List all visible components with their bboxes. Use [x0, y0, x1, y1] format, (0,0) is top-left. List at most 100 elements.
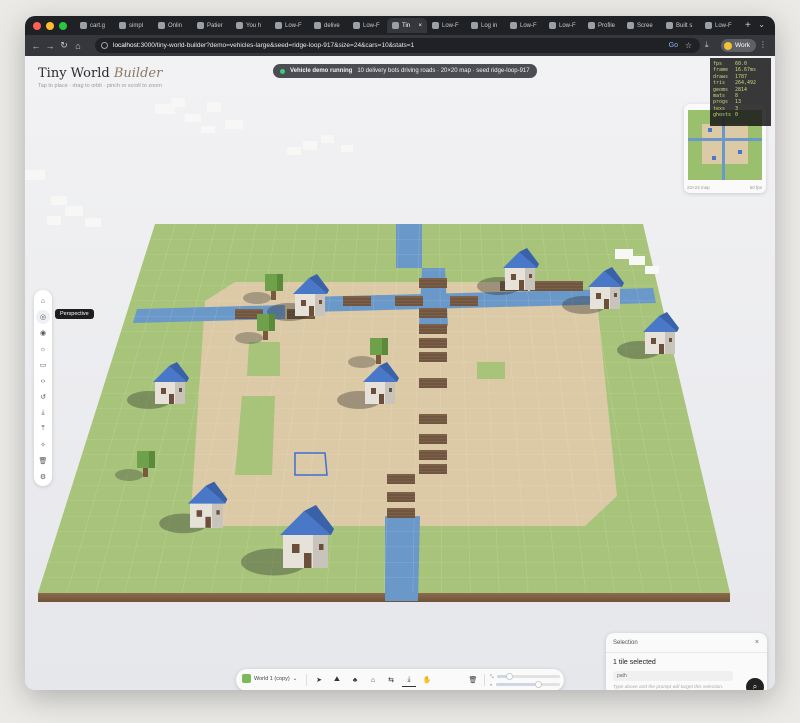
tab-label: Low-F: [559, 22, 576, 29]
slider-knob[interactable]: [506, 672, 514, 680]
status-title: Vehicle demo running: [290, 68, 353, 74]
favicon-icon: [549, 22, 556, 29]
search-icon[interactable]: ⌕: [746, 678, 764, 690]
new-tab-button[interactable]: +: [745, 20, 751, 31]
trash-icon[interactable]: 🗑: [36, 454, 50, 468]
upload-icon[interactable]: ⤒: [36, 422, 50, 436]
browser-tab[interactable]: Onlin: [153, 18, 192, 33]
site-info-icon[interactable]: [101, 42, 108, 49]
minimize-window-button[interactable]: [46, 21, 54, 30]
slider-knob[interactable]: [534, 680, 542, 688]
browser-tab[interactable]: delive: [309, 18, 348, 33]
tab-label: Low-F: [715, 22, 732, 29]
browser-tab[interactable]: Profile: [583, 18, 622, 33]
close-tab-icon[interactable]: ×: [418, 23, 422, 29]
tab-label: Onlin: [168, 22, 183, 29]
favicon-icon: [275, 22, 282, 29]
favicon-icon: [666, 22, 673, 29]
close-window-button[interactable]: [33, 21, 41, 30]
bookmark-star-icon[interactable]: ☆: [685, 41, 692, 50]
browser-tab[interactable]: Scree: [622, 18, 661, 33]
browser-tab[interactable]: Low-F: [427, 18, 466, 33]
app-viewport: Tiny World Builder Tap to place · drag t…: [25, 56, 775, 690]
home-icon[interactable]: ⌂: [71, 41, 85, 51]
tab-label: Profile: [598, 22, 616, 29]
tab-label: Scree: [637, 22, 653, 29]
browser-tab[interactable]: You h: [231, 18, 270, 33]
brush-slider[interactable]: ◐: [490, 680, 560, 688]
forward-icon[interactable]: →: [43, 41, 57, 51]
bottom-toolbar: World 1 (copy) ⌄ ➤ ⛰ ♣ ⌂ ⇆ ⤓ ✋ ⤡ ◐ 🗑: [236, 669, 564, 690]
eye-icon[interactable]: ◉: [36, 326, 50, 340]
url-text: localhost:3000/tiny-world-builder?demo=v…: [113, 42, 415, 49]
back-icon[interactable]: ←: [29, 41, 43, 51]
code-icon[interactable]: ‹›: [36, 374, 50, 388]
sun-icon[interactable]: ☼: [36, 342, 50, 356]
tab-label: Low-F: [442, 22, 459, 29]
house-icon[interactable]: ⌂: [366, 673, 380, 687]
tab-label: cart.g: [90, 22, 106, 29]
browser-tab[interactable]: Tin ×: [387, 18, 427, 33]
favicon-icon: [80, 22, 87, 29]
tab-label: Log in: [481, 22, 498, 29]
tool-buttons: ➤ ⛰ ♣ ⌂ ⇆ ⤓ ✋: [312, 673, 434, 687]
browser-tab[interactable]: Patier: [192, 18, 231, 33]
google-lens-icon[interactable]: Go: [669, 42, 678, 49]
browser-window: cart.g simpl Onlin Patier You h Low-F delive Lo…: [25, 16, 775, 690]
browser-tab[interactable]: Low-F: [348, 18, 387, 33]
browser-tab[interactable]: simpl: [114, 18, 153, 33]
url-field[interactable]: localhost:3000/tiny-world-builder?demo=v…: [95, 38, 700, 53]
river-south: [385, 516, 420, 601]
bridge: [419, 464, 447, 474]
profile-button[interactable]: Work: [721, 39, 757, 52]
more-menu-icon[interactable]: ⋮: [759, 40, 767, 49]
tab-label: You h: [246, 22, 262, 29]
settings-icon[interactable]: ⚙: [36, 470, 50, 484]
download-icon[interactable]: ⤓: [36, 406, 50, 420]
world-selector[interactable]: World 1 (copy) ⌄: [242, 674, 297, 683]
browser-tab[interactable]: Built s: [661, 18, 700, 33]
road-icon[interactable]: ⇆: [384, 673, 398, 687]
address-bar: ← → ↻ ⌂ localhost:3000/tiny-world-builde…: [25, 35, 775, 56]
select-icon[interactable]: ➤: [312, 673, 326, 687]
maximize-window-button[interactable]: [59, 21, 67, 30]
favicon-icon: [432, 22, 439, 29]
browser-tab[interactable]: Low-F: [505, 18, 544, 33]
layers-icon[interactable]: ▭: [36, 358, 50, 372]
browser-tab[interactable]: Low-F: [700, 18, 739, 33]
world-icon: [242, 674, 251, 683]
close-icon[interactable]: ×: [755, 639, 759, 646]
bridge: [387, 508, 415, 518]
path-icon[interactable]: ⤓: [402, 673, 416, 687]
favicon-icon: [705, 22, 712, 29]
undo-icon[interactable]: ↺: [36, 390, 50, 404]
wand-icon[interactable]: ✧: [36, 438, 50, 452]
app-title: Tiny World Builder: [38, 66, 163, 81]
chevron-down-icon: ⌄: [292, 675, 298, 682]
world-scene[interactable]: [25, 56, 775, 690]
bridge: [419, 308, 447, 318]
browser-tab[interactable]: Low-F: [544, 18, 583, 33]
tab-label: Low-F: [520, 22, 537, 29]
terrain-icon[interactable]: ⛰: [330, 673, 344, 687]
favicon-icon: [353, 22, 360, 29]
world-name: World 1 (copy): [254, 675, 290, 682]
browser-tab[interactable]: cart.g: [75, 18, 114, 33]
perspective-icon[interactable]: ◎: [36, 310, 50, 324]
reload-icon[interactable]: ↻: [57, 40, 71, 51]
browser-tab[interactable]: Log in: [466, 18, 505, 33]
trash-icon[interactable]: 🗑: [466, 673, 480, 687]
tree-icon[interactable]: ♣: [348, 673, 362, 687]
browser-tab[interactable]: Low-F: [270, 18, 309, 33]
home-icon[interactable]: ⌂: [36, 294, 50, 308]
height-slider[interactable]: ⤡: [490, 672, 560, 680]
tab-search-icon[interactable]: ⌄: [758, 20, 765, 29]
download-icon[interactable]: ⤓: [705, 40, 709, 50]
prompt-placeholder[interactable]: Type above and the prompt will target th…: [613, 685, 723, 690]
bridge: [419, 324, 447, 334]
running-indicator-icon: [280, 68, 285, 74]
favicon-icon: [471, 22, 478, 29]
favicon-icon: [588, 22, 595, 29]
hand-icon[interactable]: ✋: [420, 673, 434, 687]
tab-label: Built s: [676, 22, 693, 29]
